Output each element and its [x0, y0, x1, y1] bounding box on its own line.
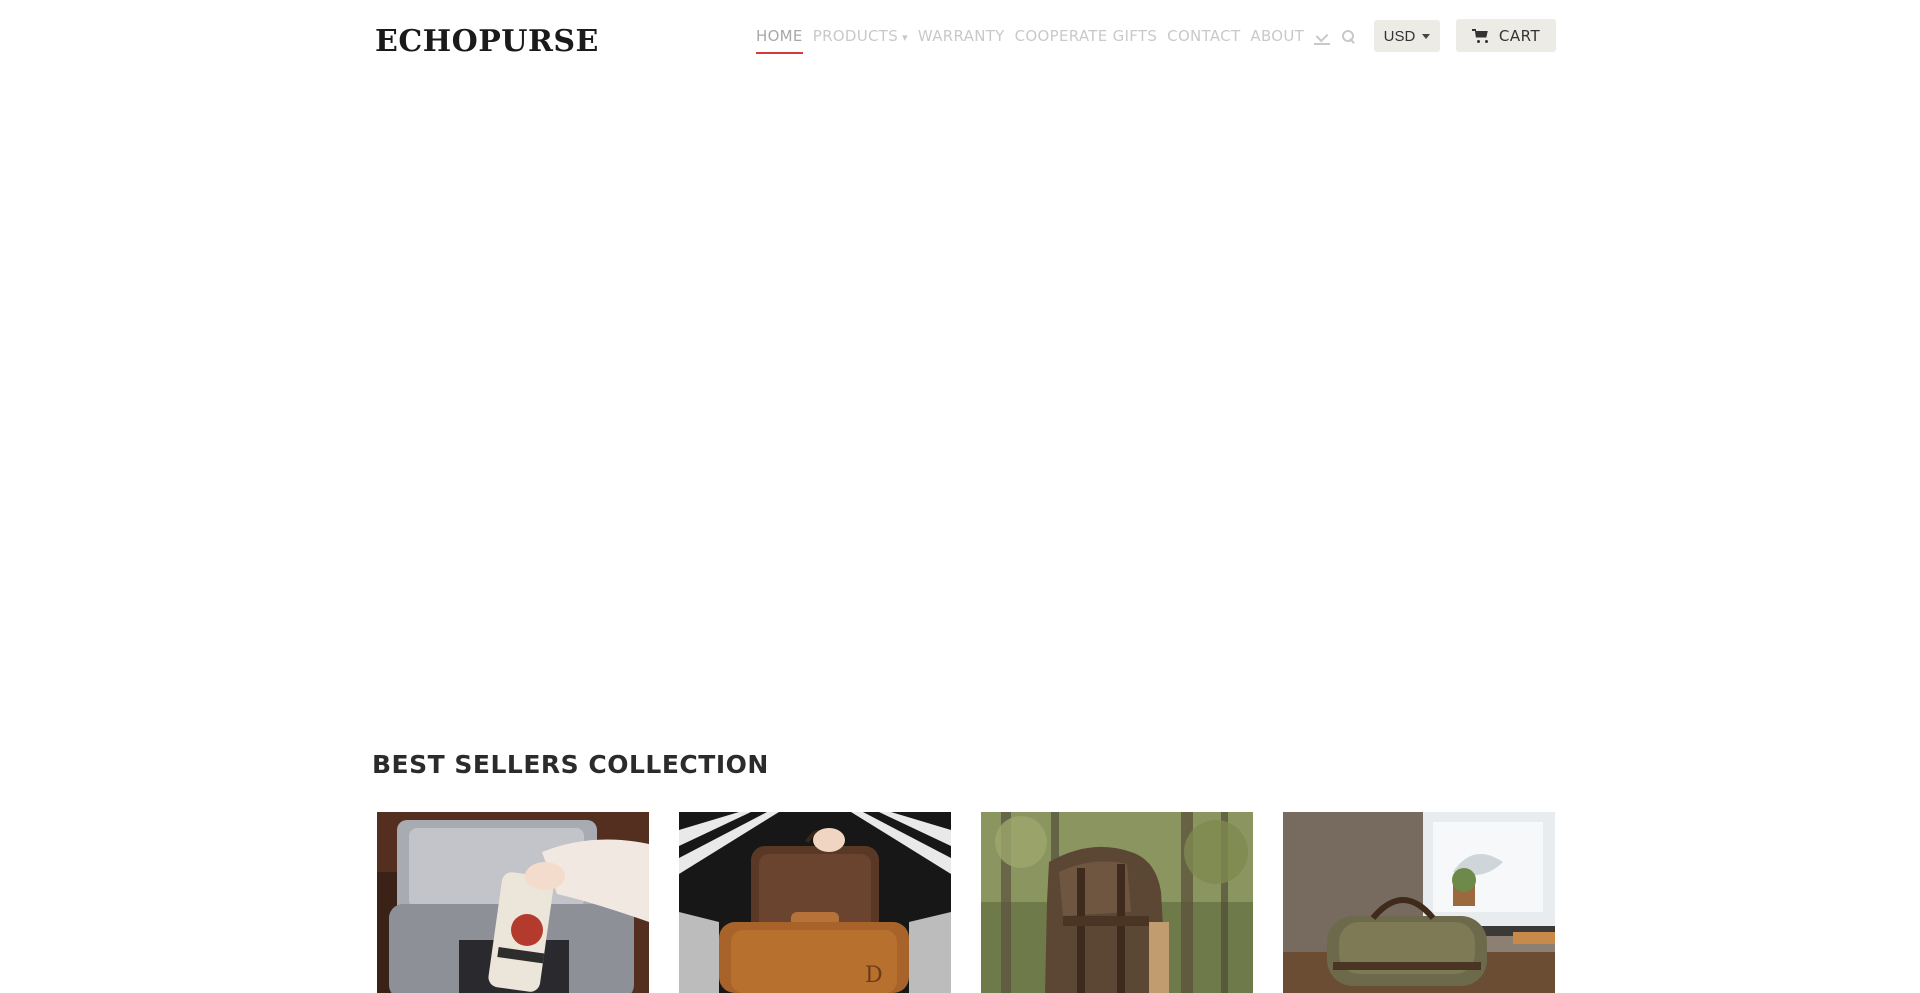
product-grid: D [377, 812, 1555, 993]
main-nav: HOME PRODUCTS ▾ WARRANTY COOPERATE GIFTS … [756, 24, 1366, 54]
nav-item-products[interactable]: PRODUCTS ▾ [813, 24, 908, 54]
product-card[interactable]: D [679, 812, 951, 993]
account-icon [1314, 24, 1331, 48]
currency-selector[interactable]: USD [1374, 20, 1440, 52]
duffel-bag-image [1283, 812, 1555, 993]
brand-logo[interactable]: ECHOPURSE [375, 24, 599, 59]
cart-icon [1471, 28, 1490, 44]
product-card[interactable] [377, 812, 649, 993]
search-icon [1340, 24, 1356, 48]
currency-value: USD [1383, 27, 1416, 45]
nav-item-warranty[interactable]: WARRANTY [918, 24, 1005, 54]
nav-item-home[interactable]: HOME [756, 24, 803, 54]
search-button[interactable] [1340, 24, 1356, 48]
site-header: ECHOPURSE HOME PRODUCTS ▾ WARRANTY COOPER… [0, 0, 1920, 80]
canvas-backpack-image [981, 812, 1253, 993]
nav-item-about[interactable]: ABOUT [1250, 24, 1304, 54]
cart-button[interactable]: CART [1456, 19, 1556, 52]
product-card[interactable] [981, 812, 1253, 993]
hero-banner [375, 80, 1555, 720]
chevron-down-icon: ▾ [902, 31, 908, 44]
nav-item-products-label: PRODUCTS [812, 27, 899, 45]
dropdown-caret-icon [1422, 33, 1431, 39]
product-card[interactable] [1283, 812, 1555, 993]
cart-label: CART [1498, 26, 1541, 45]
account-button[interactable] [1314, 24, 1331, 48]
cooler-bag-image [377, 812, 649, 993]
svg-text:D: D [865, 963, 883, 988]
section-title: BEST SELLERS COLLECTION [372, 750, 769, 779]
nav-item-contact[interactable]: CONTACT [1167, 24, 1240, 54]
nav-item-cooperate-gifts[interactable]: COOPERATE GIFTS [1015, 24, 1158, 54]
leather-toiletry-bag-image: D [679, 812, 951, 993]
